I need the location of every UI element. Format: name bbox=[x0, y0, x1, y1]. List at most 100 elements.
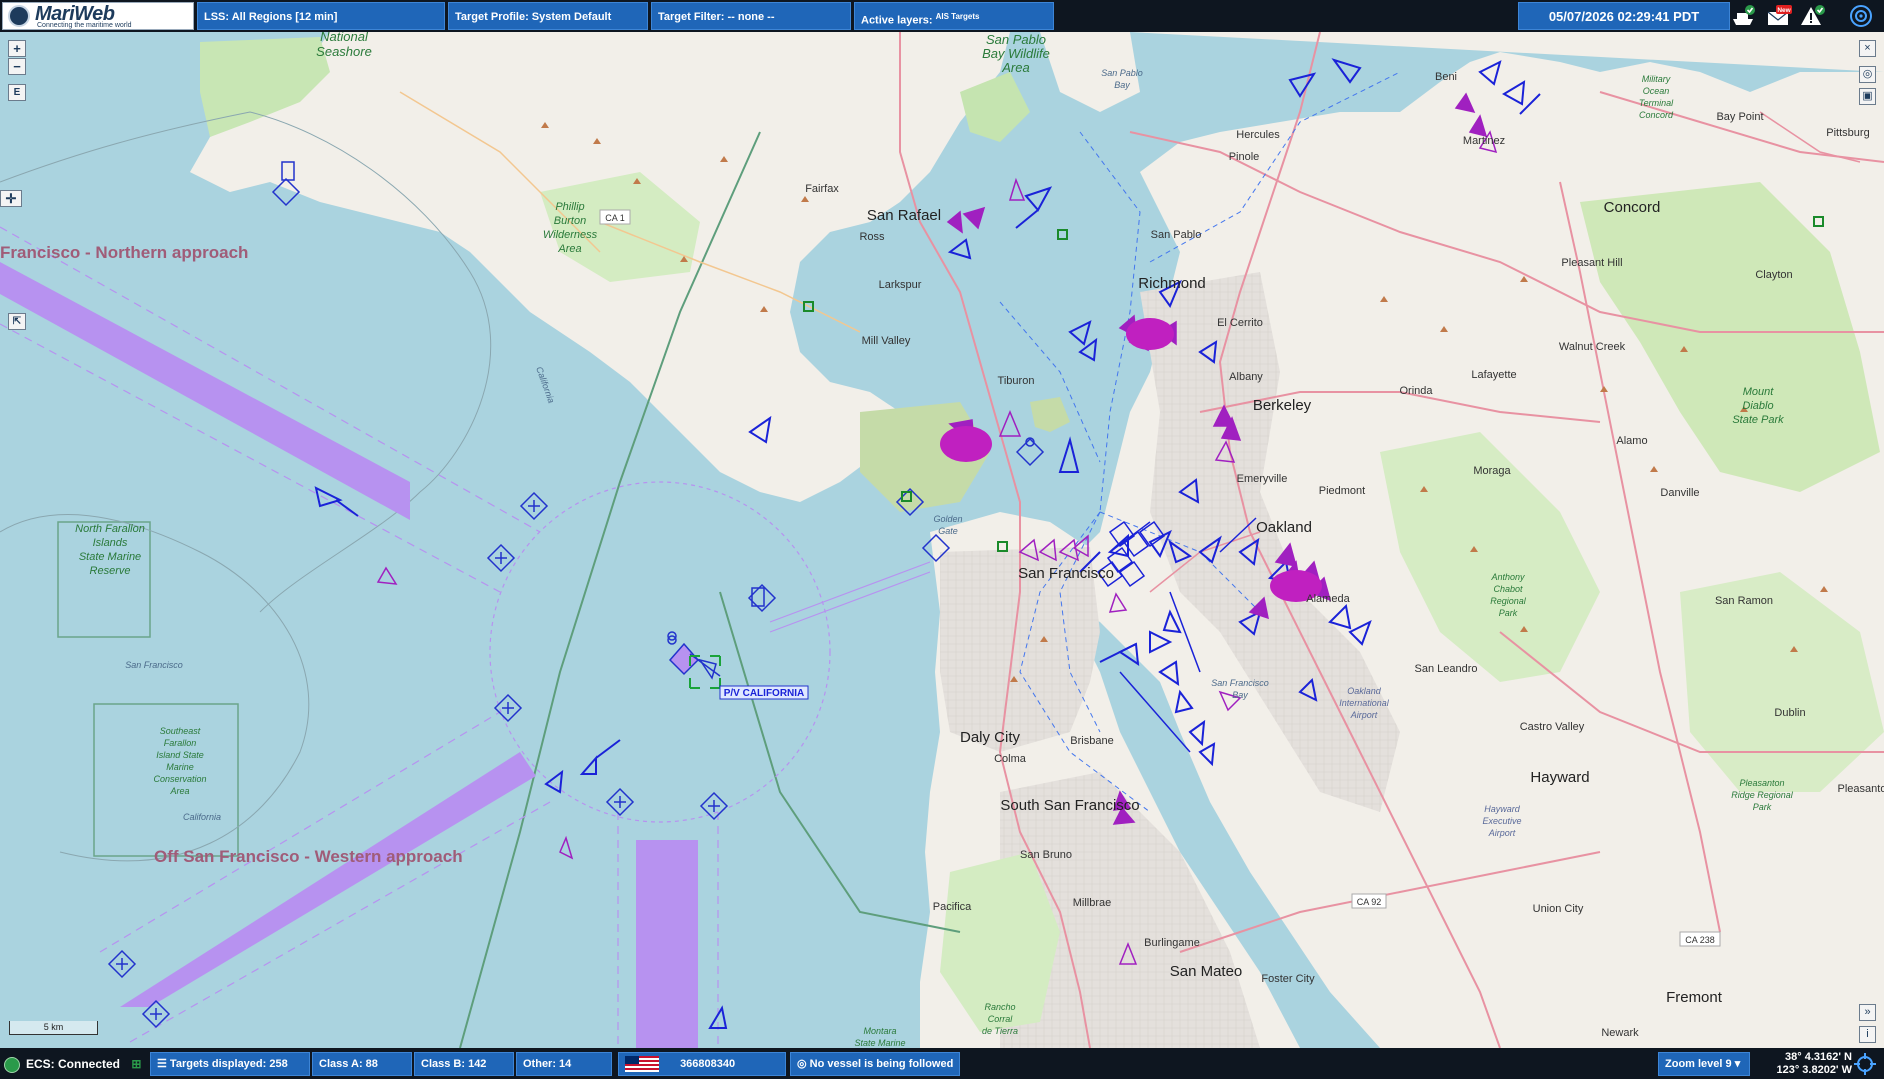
follow-vessel-button[interactable]: ◎ No vessel is being followed bbox=[790, 1052, 960, 1076]
print-icon[interactable]: ▣ bbox=[1859, 88, 1876, 105]
grid-toggle-icon[interactable]: ⊞ bbox=[131, 1057, 141, 1071]
martinez-label: Martinez bbox=[1463, 135, 1505, 147]
military-ocean-label-1: Military bbox=[1642, 74, 1671, 84]
san-pablo-wildlife-label-3: Area bbox=[1001, 60, 1029, 75]
union-city-label: Union City bbox=[1533, 903, 1584, 915]
national-seashore-label-2: Seashore bbox=[316, 44, 372, 59]
ship-status-icon[interactable] bbox=[1730, 4, 1756, 28]
ca1-shield-label: CA 1 bbox=[605, 213, 625, 223]
active-layers-value: AIS Targets bbox=[935, 12, 980, 21]
measure-tool-icon[interactable]: ✛ bbox=[0, 190, 22, 207]
sf-bay-label-2: Bay bbox=[1232, 690, 1248, 700]
california-south-label: California bbox=[183, 812, 221, 822]
montara-label-1: Montara bbox=[863, 1026, 896, 1036]
expand-panel-icon[interactable]: » bbox=[1859, 1004, 1876, 1021]
ais-cluster-sausalito[interactable] bbox=[940, 426, 992, 462]
hayward-airport-label-2: Executive bbox=[1482, 816, 1521, 826]
mount-diablo-label-2: Diablo bbox=[1742, 400, 1773, 412]
targets-displayed-button[interactable]: ☰ Targets displayed: 258 bbox=[150, 1052, 310, 1076]
class-a-button[interactable]: Class A: 88 bbox=[312, 1052, 412, 1076]
pacifica-label: Pacifica bbox=[933, 901, 972, 913]
san-leandro-label: San Leandro bbox=[1415, 663, 1478, 675]
ais-cluster-richmond[interactable] bbox=[1126, 318, 1174, 350]
info-icon[interactable]: i bbox=[1859, 1026, 1876, 1043]
chart-canvas[interactable]: P/V CALIFORNIA Francisco - Northern appr… bbox=[0, 32, 1884, 1048]
own-vessel-button[interactable]: 366808340 bbox=[618, 1052, 786, 1076]
zoom-out-button[interactable]: − bbox=[8, 58, 26, 75]
sf-offshore-label: San Francisco bbox=[125, 660, 183, 670]
moraga-label: Moraga bbox=[1473, 465, 1511, 477]
cursor-coordinates: 38° 4.3162' N 123° 3.8202' W bbox=[1760, 1051, 1852, 1077]
ecs-status-text: ECS: Connected bbox=[26, 1057, 121, 1071]
san-ramon-label: San Ramon bbox=[1715, 595, 1773, 607]
anthony-chabot-label-2: Chabot bbox=[1493, 584, 1523, 594]
newark-label: Newark bbox=[1601, 1027, 1639, 1039]
se-farallon-label-5: Conservation bbox=[153, 774, 206, 784]
phillip-burton-label-4: Area bbox=[557, 243, 581, 255]
phillip-burton-label-2: Burton bbox=[554, 215, 586, 227]
oakland-label: Oakland bbox=[1256, 519, 1312, 536]
new-badge: New bbox=[1777, 7, 1791, 14]
map-view[interactable]: P/V CALIFORNIA Francisco - Northern appr… bbox=[0, 32, 1884, 1048]
locate-icon[interactable] bbox=[1854, 1053, 1876, 1075]
southern-approach-lane bbox=[636, 840, 698, 1048]
app-tagline: Connecting the maritime world bbox=[37, 22, 132, 29]
us-flag-icon bbox=[625, 1056, 659, 1073]
fairfax-label: Fairfax bbox=[805, 183, 839, 195]
vessel-label-pv-california[interactable]: P/V CALIFORNIA bbox=[719, 685, 809, 700]
bay-point-label: Bay Point bbox=[1716, 111, 1763, 123]
anthony-chabot-label-3: Regional bbox=[1490, 596, 1527, 606]
ca92-shield-label: CA 92 bbox=[1357, 897, 1382, 907]
sf-bay-label-1: San Francisco bbox=[1211, 678, 1269, 688]
datetime-display: 05/07/2026 02:29:41 PDT bbox=[1518, 2, 1730, 30]
fullscreen-icon[interactable]: ⇱ bbox=[8, 313, 26, 330]
pleasant-hill-label: Pleasant Hill bbox=[1561, 257, 1622, 269]
northern-approach-label: Francisco - Northern approach bbox=[0, 243, 248, 262]
lss-button[interactable]: LSS: All Regions [12 min] bbox=[197, 2, 445, 30]
zoom-level-select[interactable]: Zoom level 9 ▾ bbox=[1658, 1052, 1750, 1076]
target-profile-button[interactable]: Target Profile: System Default bbox=[448, 2, 648, 30]
colma-label: Colma bbox=[994, 753, 1027, 765]
target-filter-button[interactable]: Target Filter: -- none -- bbox=[651, 2, 851, 30]
mill-valley-label: Mill Valley bbox=[862, 335, 911, 347]
san-pablo-bay-label-2: Bay bbox=[1114, 80, 1130, 90]
hayward-airport-label-3: Airport bbox=[1488, 828, 1516, 838]
millbrae-label: Millbrae bbox=[1073, 897, 1112, 909]
help-icon[interactable] bbox=[1848, 4, 1874, 28]
san-pablo-wildlife-label-2: Bay Wildlife bbox=[982, 46, 1050, 61]
san-bruno-label: San Bruno bbox=[1020, 849, 1072, 861]
larkspur-label: Larkspur bbox=[879, 279, 922, 291]
hayward-airport-label-1: Hayward bbox=[1484, 804, 1521, 814]
oakland-airport-label-3: Airport bbox=[1350, 710, 1378, 720]
orinda-label: Orinda bbox=[1399, 385, 1433, 397]
alameda-label: Alameda bbox=[1306, 593, 1350, 605]
zoom-level-text: Zoom level 9 bbox=[1665, 1058, 1732, 1070]
active-layers-button[interactable]: Active layers: AIS Targets bbox=[854, 2, 1054, 30]
zoom-in-button[interactable]: + bbox=[8, 40, 26, 57]
pinole-label: Pinole bbox=[1229, 151, 1260, 163]
pleasanton-ridge-label-2: Ridge Regional bbox=[1731, 790, 1794, 800]
edit-mode-button[interactable]: E bbox=[8, 84, 26, 101]
latitude-text: 38° 4.3162' N bbox=[1785, 1051, 1852, 1063]
benicia-label: Beni bbox=[1435, 71, 1457, 83]
montara-label-2: State Marine bbox=[854, 1038, 905, 1048]
brisbane-label: Brisbane bbox=[1070, 735, 1113, 747]
ecs-status[interactable]: ECS: Connected ⊞ bbox=[4, 1052, 141, 1076]
clayton-label: Clayton bbox=[1755, 269, 1792, 281]
class-b-button[interactable]: Class B: 142 bbox=[414, 1052, 514, 1076]
messages-icon[interactable]: New bbox=[1766, 4, 1792, 28]
hayward-label: Hayward bbox=[1530, 769, 1589, 786]
other-targets-button[interactable]: Other: 14 bbox=[516, 1052, 612, 1076]
mount-diablo-label-3: State Park bbox=[1732, 414, 1784, 426]
alerts-icon[interactable] bbox=[1800, 4, 1826, 28]
military-ocean-label-3: Terminal bbox=[1639, 98, 1674, 108]
follow-status-text: No vessel is being followed bbox=[809, 1058, 954, 1070]
pleasanton-ridge-label-1: Pleasanton bbox=[1739, 778, 1784, 788]
active-layers-label: Active layers: bbox=[861, 14, 933, 27]
close-panel-icon[interactable]: × bbox=[1859, 40, 1876, 57]
foster-city-label: Foster City bbox=[1261, 973, 1315, 985]
layers-icon[interactable]: ◎ bbox=[1859, 66, 1876, 83]
mariweb-logo[interactable]: MariWeb Connecting the maritime world bbox=[2, 2, 194, 30]
golden-gate-label-2: Gate bbox=[938, 526, 958, 536]
phillip-burton-label-3: Wilderness bbox=[543, 229, 598, 241]
